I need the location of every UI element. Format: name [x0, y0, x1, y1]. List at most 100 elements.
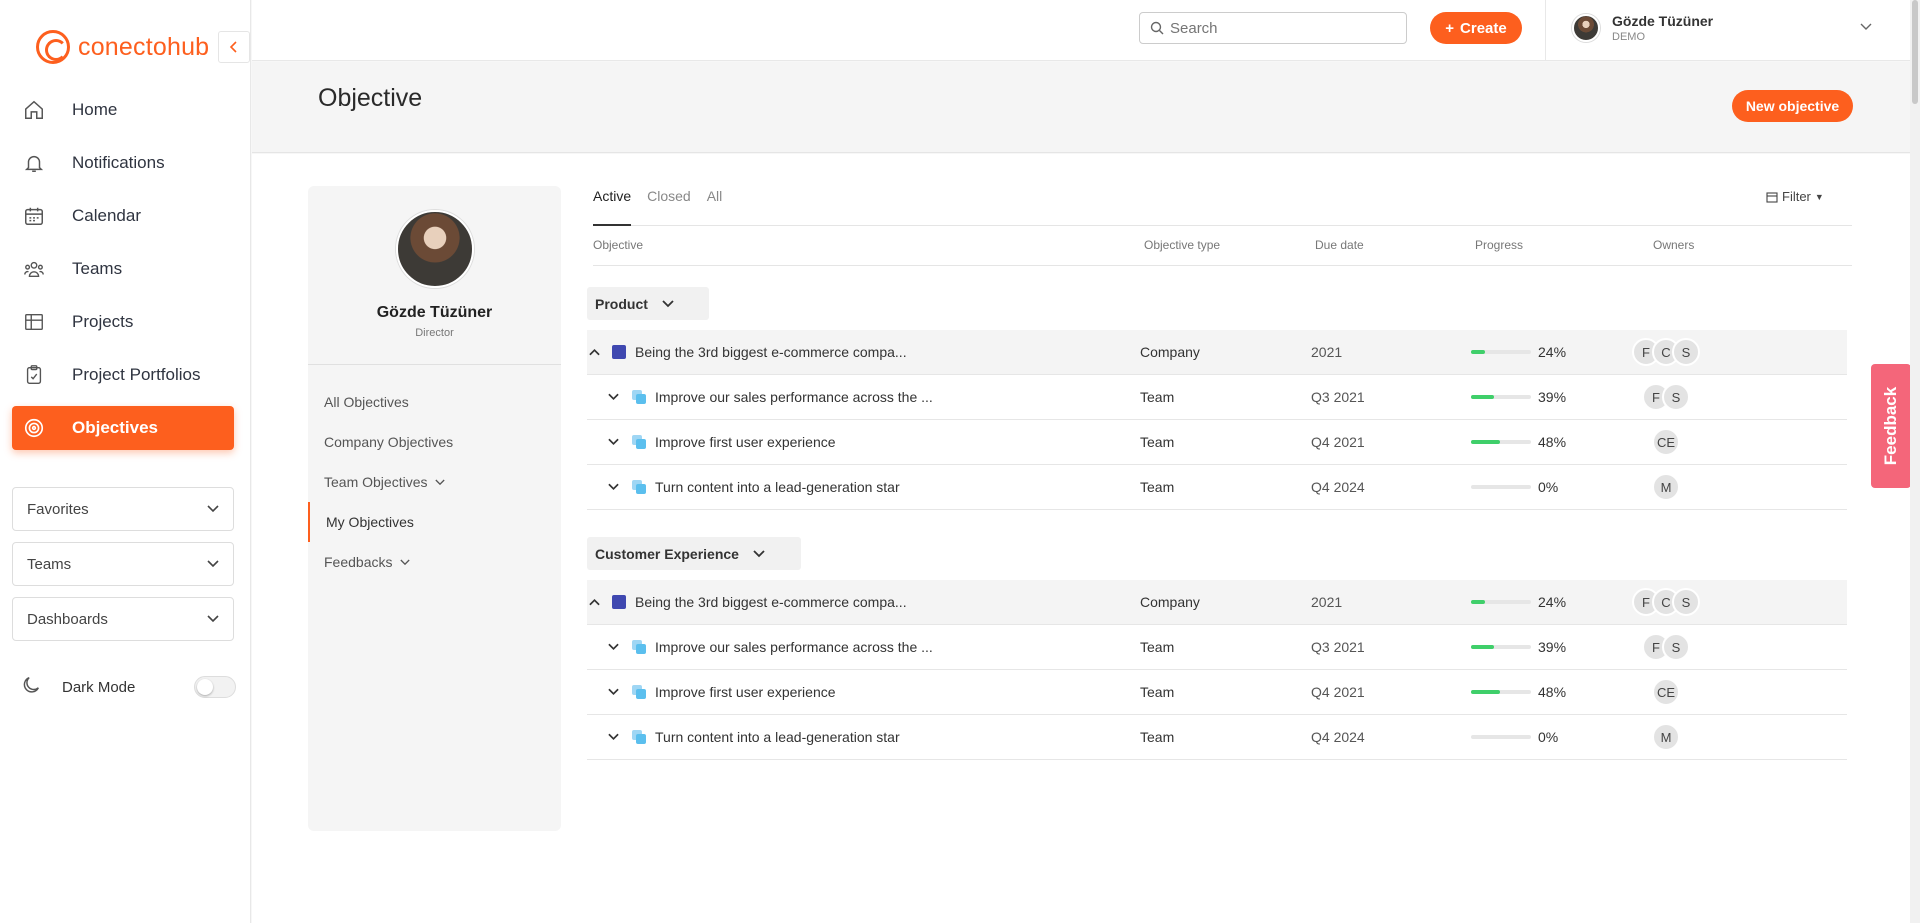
nav-item-project-portfolios[interactable]: Project Portfolios — [12, 353, 234, 397]
group-name: Customer Experience — [595, 545, 739, 562]
owner-avatar[interactable]: CE — [1652, 428, 1680, 456]
dropdown-label: Teams — [27, 555, 72, 573]
progress-percent: 48% — [1538, 434, 1567, 450]
menu-team-objectives[interactable]: Team Objectives — [308, 462, 561, 502]
objective-row[interactable]: Improve our sales performance across the… — [587, 375, 1847, 420]
owner-avatar[interactable]: CE — [1652, 678, 1680, 706]
nav-item-objectives[interactable]: Objectives — [12, 406, 234, 450]
nav-item-projects[interactable]: Projects — [12, 300, 234, 344]
due-date: Q3 2021 — [1311, 389, 1365, 405]
profile-card: Gözde Tüzüner Director All Objectives Co… — [308, 186, 561, 831]
scrollbar[interactable] — [1910, 0, 1920, 923]
progress-percent: 24% — [1538, 594, 1567, 610]
objective-name[interactable]: Turn content into a lead-generation star — [655, 479, 900, 495]
calendar-icon — [1766, 191, 1778, 203]
due-date: Q3 2021 — [1311, 639, 1365, 655]
menu-company-objectives[interactable]: Company Objectives — [308, 422, 561, 462]
moon-icon — [20, 674, 46, 700]
progress-percent: 0% — [1538, 729, 1559, 745]
objective-name[interactable]: Improve our sales performance across the… — [655, 639, 933, 655]
team-objective-icon — [631, 639, 647, 655]
nav-label: Home — [72, 100, 118, 119]
nav-item-notifications[interactable]: Notifications — [12, 141, 234, 185]
progress-percent: 39% — [1538, 389, 1567, 405]
group-header[interactable]: Product — [587, 287, 709, 320]
menu-feedbacks[interactable]: Feedbacks — [308, 542, 561, 582]
chevron-down-icon[interactable] — [608, 435, 619, 449]
user-menu[interactable]: Gözde Tüzüner DEMO — [1572, 13, 1713, 43]
progress-bar — [1471, 645, 1531, 649]
owner-avatar[interactable]: S — [1662, 383, 1690, 411]
progress-bar — [1471, 600, 1531, 604]
due-date: 2021 — [1311, 344, 1343, 360]
nav-label: Calendar — [72, 206, 141, 225]
home-icon — [22, 98, 46, 122]
tab-all[interactable]: All — [707, 186, 723, 226]
chevron-down-icon[interactable] — [608, 640, 619, 654]
objective-name[interactable]: Turn content into a lead-generation star — [655, 729, 900, 745]
new-objective-button[interactable]: New objective — [1732, 90, 1853, 122]
menu-all-objectives[interactable]: All Objectives — [308, 382, 561, 422]
nav-item-teams[interactable]: Teams — [12, 247, 234, 291]
dashboards-dropdown[interactable]: Dashboards — [12, 597, 234, 641]
objective-row-parent[interactable]: Being the 3rd biggest e-commerce compa..… — [587, 330, 1847, 375]
chevron-down-icon[interactable] — [608, 730, 619, 744]
collapse-sidebar-button[interactable] — [218, 31, 250, 63]
favorites-dropdown[interactable]: Favorites — [12, 487, 234, 531]
search-icon — [1150, 21, 1164, 35]
menu-label: Company Objectives — [324, 434, 454, 450]
nav-item-calendar[interactable]: Calendar — [12, 194, 234, 238]
scrollbar-thumb[interactable] — [1912, 0, 1918, 104]
objective-row-parent[interactable]: Being the 3rd biggest e-commerce compa..… — [587, 580, 1847, 625]
owner-avatar[interactable]: M — [1652, 473, 1680, 501]
objective-row[interactable]: Turn content into a lead-generation star… — [587, 715, 1847, 760]
teams-icon — [22, 257, 46, 281]
team-objective-icon — [631, 729, 647, 745]
owner-avatar[interactable]: M — [1652, 723, 1680, 751]
chevron-down-icon[interactable] — [608, 685, 619, 699]
objective-row[interactable]: Improve first user experience Team Q4 2021… — [587, 670, 1847, 715]
progress-bar — [1471, 485, 1531, 489]
filter-button[interactable]: Filter ▼ — [1766, 189, 1824, 204]
group-header[interactable]: Customer Experience — [587, 537, 801, 570]
search-input[interactable] — [1170, 19, 1390, 37]
objective-row[interactable]: Improve our sales performance across the… — [587, 625, 1847, 670]
progress-percent: 39% — [1538, 639, 1567, 655]
clipboard-icon — [22, 363, 46, 387]
chevron-up-icon[interactable] — [589, 345, 600, 359]
objective-name[interactable]: Improve first user experience — [655, 684, 836, 700]
due-date: Q4 2021 — [1311, 434, 1365, 450]
progress-percent: 48% — [1538, 684, 1567, 700]
objective-name[interactable]: Being the 3rd biggest e-commerce compa..… — [635, 344, 907, 360]
objective-row[interactable]: Turn content into a lead-generation star… — [587, 465, 1847, 510]
objective-name[interactable]: Being the 3rd biggest e-commerce compa..… — [635, 594, 907, 610]
objective-name[interactable]: Improve our sales performance across the… — [655, 389, 933, 405]
chevron-down-icon[interactable] — [1860, 20, 1872, 34]
logo[interactable]: conectohub — [36, 30, 209, 64]
chevron-down-icon[interactable] — [608, 480, 619, 494]
create-label: Create — [1460, 19, 1507, 37]
nav-label: Notifications — [72, 153, 165, 172]
chevron-down-icon — [400, 559, 411, 565]
menu-my-objectives[interactable]: My Objectives — [308, 502, 561, 542]
tab-active[interactable]: Active — [593, 186, 632, 226]
menu-label: Feedbacks — [324, 554, 393, 570]
objective-type: Team — [1140, 389, 1175, 405]
chevron-down-icon[interactable] — [608, 390, 619, 404]
teams-dropdown[interactable]: Teams — [12, 542, 234, 586]
chevron-down-icon — [753, 549, 765, 557]
tab-closed[interactable]: Closed — [647, 186, 691, 226]
objective-row[interactable]: Improve first user experience Team Q4 2021… — [587, 420, 1847, 465]
objective-name[interactable]: Improve first user experience — [655, 434, 836, 450]
search-box[interactable] — [1139, 12, 1407, 44]
owners: FCS — [1632, 588, 1700, 616]
nav-item-home[interactable]: Home — [12, 88, 234, 132]
chevron-up-icon[interactable] — [589, 595, 600, 609]
page-title: Objective — [318, 84, 423, 112]
create-button[interactable]: + Create — [1430, 12, 1522, 44]
dark-mode-toggle[interactable] — [194, 676, 236, 698]
feedback-tab[interactable]: Feedback — [1871, 364, 1911, 488]
owner-avatar[interactable]: S — [1672, 588, 1700, 616]
owner-avatar[interactable]: S — [1662, 633, 1690, 661]
owner-avatar[interactable]: S — [1672, 338, 1700, 366]
